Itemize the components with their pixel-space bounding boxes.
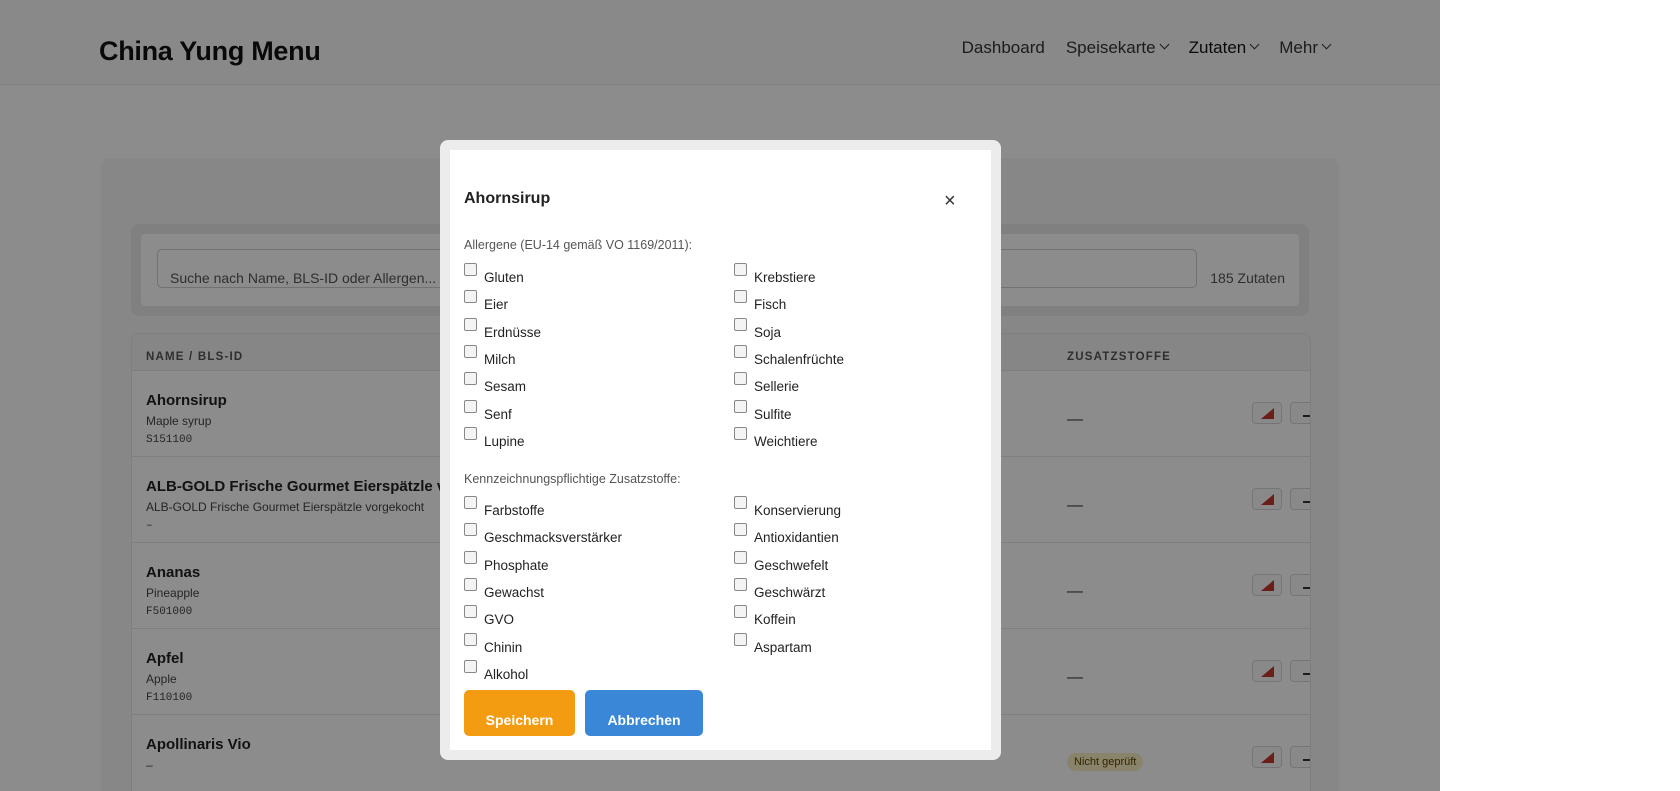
option-label: Phosphate (484, 557, 549, 573)
checkbox[interactable] (464, 550, 477, 564)
option-allergens-right[interactable]: Sulfite (734, 399, 792, 422)
checkbox[interactable] (734, 550, 747, 564)
checkbox[interactable] (464, 523, 477, 537)
option-allergens-right[interactable]: Krebstiere (734, 263, 816, 285)
checkbox[interactable] (464, 659, 477, 673)
option-additives-left[interactable]: Phosphate (464, 550, 549, 573)
checkbox[interactable] (464, 605, 477, 619)
option-additives-right[interactable]: Konservierung (734, 496, 842, 518)
checkbox[interactable] (464, 399, 477, 413)
option-additives-left[interactable]: Geschmacksverstärker (464, 523, 623, 546)
option-label: Geschmacksverstärker (484, 530, 623, 546)
option-label: Gewachst (484, 584, 545, 600)
option-label: Soja (754, 324, 782, 340)
checkbox[interactable] (464, 317, 477, 331)
checkbox[interactable] (464, 496, 477, 509)
option-allergens-right[interactable]: Fisch (734, 290, 787, 313)
checkbox[interactable] (734, 523, 747, 537)
option-allergens-left[interactable]: Erdnüsse (464, 317, 542, 340)
allergens-label: Allergene (EU-14 gemäß VO 1169/2011): (464, 238, 693, 252)
checkbox[interactable] (734, 372, 747, 386)
option-allergens-right[interactable]: Weichtiere (734, 426, 818, 449)
close-icon[interactable]: × (944, 191, 956, 211)
option-allergens-left[interactable]: Eier (464, 290, 509, 313)
option-additives-right[interactable]: Geschwefelt (734, 550, 829, 573)
option-label: Fisch (754, 297, 787, 313)
cancel-button[interactable]: Abbrechen (585, 690, 703, 736)
option-label: Lupine (484, 433, 525, 449)
option-allergens-left[interactable]: Sesam (464, 372, 527, 395)
option-label: Krebstiere (754, 270, 816, 285)
option-label: Aspartam (754, 639, 812, 655)
checkbox[interactable] (464, 632, 477, 646)
option-label: Antioxidantien (754, 530, 839, 546)
save-button[interactable]: Speichern (464, 690, 575, 736)
additives-label: Kennzeichnungspflichtige Zusatzstoffe: (464, 472, 681, 486)
empty-area (1440, 0, 1680, 791)
option-additives-left[interactable]: GVO (464, 605, 515, 628)
option-label: Farbstoffe (484, 503, 545, 518)
option-label: GVO (484, 612, 515, 628)
option-label: Chinin (484, 639, 523, 655)
checkbox[interactable] (734, 399, 747, 413)
option-label: Geschwärzt (754, 584, 826, 600)
checkbox[interactable] (464, 577, 477, 591)
checkbox[interactable] (734, 577, 747, 591)
option-additives-left[interactable]: Chinin (464, 632, 523, 655)
option-additives-right[interactable]: Geschwärzt (734, 577, 826, 600)
option-allergens-right[interactable]: Soja (734, 317, 782, 340)
option-allergens-left[interactable]: Senf (464, 399, 512, 422)
option-label: Schalenfrüchte (754, 351, 845, 367)
checkbox[interactable] (464, 372, 477, 386)
option-allergens-left[interactable]: Lupine (464, 426, 525, 449)
option-allergens-right[interactable]: Schalenfrüchte (734, 344, 845, 367)
option-allergens-left[interactable]: Gluten (464, 263, 524, 285)
option-additives-left[interactable]: Gewachst (464, 577, 545, 600)
option-additives-left[interactable]: Alkohol (464, 659, 529, 682)
option-label: Eier (484, 297, 509, 313)
option-additives-left[interactable]: Farbstoffe (464, 496, 545, 518)
option-label: Erdnüsse (484, 324, 542, 340)
option-label: Weichtiere (754, 433, 818, 449)
checkbox[interactable] (734, 263, 747, 276)
checkbox[interactable] (734, 344, 747, 358)
option-label: Sesam (484, 379, 527, 395)
option-allergens-right[interactable]: Sellerie (734, 372, 800, 395)
option-additives-right[interactable]: Koffein (734, 605, 796, 628)
option-label: Sellerie (754, 379, 800, 395)
option-label: Alkohol (484, 666, 529, 682)
checkbox[interactable] (734, 496, 747, 509)
checkbox[interactable] (734, 426, 747, 440)
checkbox[interactable] (734, 632, 747, 646)
option-allergens-left[interactable]: Milch (464, 344, 516, 367)
checkbox[interactable] (464, 344, 477, 358)
modal-title: Ahornsirup (464, 190, 551, 207)
checkbox[interactable] (734, 317, 747, 331)
option-label: Sulfite (754, 406, 792, 422)
option-additives-right[interactable]: Antioxidantien (734, 523, 839, 546)
checkbox[interactable] (734, 290, 747, 304)
option-label: Senf (484, 406, 512, 422)
checkbox[interactable] (734, 605, 747, 619)
option-label: Milch (484, 351, 516, 367)
option-additives-right[interactable]: Aspartam (734, 632, 812, 655)
checkbox[interactable] (464, 263, 477, 276)
option-label: Gluten (484, 270, 524, 285)
option-label: Geschwefelt (754, 557, 829, 573)
allergen-modal: Ahornsirup × Allergene (EU-14 gemäß VO 1… (450, 150, 991, 750)
option-label: Koffein (754, 612, 796, 628)
checkbox[interactable] (464, 290, 477, 304)
app: China Yung Menu Dashboard Speisekarte Zu… (0, 0, 1440, 791)
option-label: Konservierung (754, 503, 842, 518)
checkbox[interactable] (464, 426, 477, 440)
